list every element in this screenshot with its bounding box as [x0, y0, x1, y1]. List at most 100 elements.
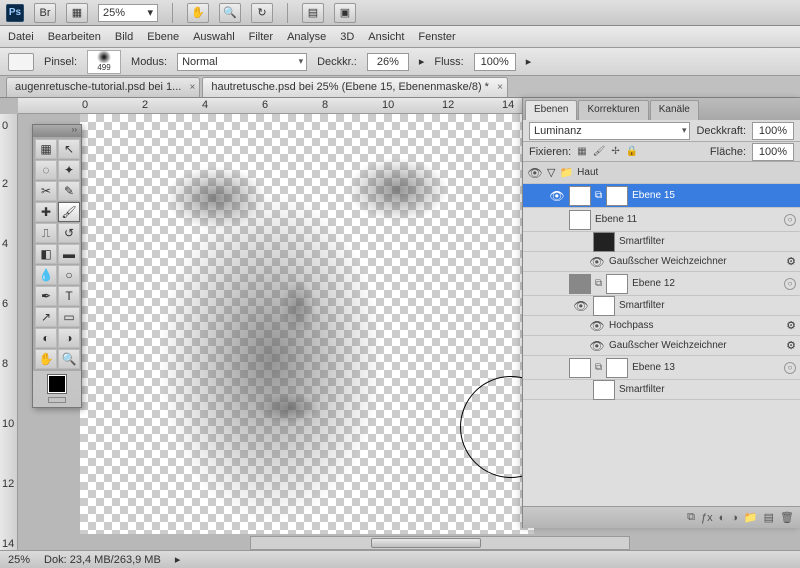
- lock-pixels-icon[interactable]: 🖌: [593, 146, 606, 157]
- menu-analyse[interactable]: Analyse: [287, 31, 326, 43]
- layer-opacity-input[interactable]: 100%: [752, 122, 794, 140]
- visibility-icon[interactable]: 👁: [589, 319, 605, 333]
- menu-bearbeiten[interactable]: Bearbeiten: [48, 31, 101, 43]
- crop-tool[interactable]: ✂: [35, 181, 57, 201]
- scrollbar-thumb[interactable]: [371, 538, 481, 548]
- document-tab[interactable]: augenretusche-tutorial.psd bei 1...×: [6, 77, 200, 97]
- menu-ebene[interactable]: Ebene: [147, 31, 179, 43]
- filter-settings-icon[interactable]: ⚙: [786, 319, 796, 332]
- history-brush-tool[interactable]: ↺: [58, 223, 80, 243]
- color-swatches[interactable]: [33, 371, 81, 407]
- effect-row[interactable]: 👁 Hochpass ⚙: [523, 316, 800, 336]
- 3d-camera-tool[interactable]: ◑: [58, 328, 80, 348]
- document-tab[interactable]: hautretusche.psd bei 25% (Ebene 15, Eben…: [202, 77, 508, 97]
- folder-toggle-icon[interactable]: ▽: [547, 166, 555, 179]
- fx-badge[interactable]: ○: [784, 214, 796, 226]
- tab-kanaele[interactable]: Kanäle: [650, 100, 699, 120]
- fill-input[interactable]: 100%: [752, 143, 794, 161]
- brush-preview[interactable]: 499: [87, 50, 121, 74]
- move-tool[interactable]: ▦: [35, 139, 57, 159]
- lasso-tool[interactable]: ◌: [35, 160, 57, 180]
- effect-row[interactable]: 👁 Gaußscher Weichzeichner ⚙: [523, 252, 800, 272]
- zoom-tool-button[interactable]: 🔍: [219, 3, 241, 23]
- menu-ansicht[interactable]: Ansicht: [368, 31, 404, 43]
- minibridge-button[interactable]: ▦: [66, 3, 88, 23]
- mask-thumbnail[interactable]: [606, 274, 628, 294]
- status-doc-size[interactable]: Dok: 23,4 MB/263,9 MB: [44, 554, 161, 566]
- shape-tool[interactable]: ▭: [58, 307, 80, 327]
- mask-thumbnail[interactable]: [606, 358, 628, 378]
- zoom-select[interactable]: 25%▾: [98, 4, 158, 22]
- hand-tool[interactable]: ✋: [35, 349, 57, 369]
- mask-thumbnail[interactable]: [606, 186, 628, 206]
- horizontal-scrollbar[interactable]: [250, 536, 630, 550]
- menu-filter[interactable]: Filter: [249, 31, 273, 43]
- foreground-color[interactable]: [48, 375, 66, 393]
- layer-row[interactable]: ⧉ Ebene 12 ○: [523, 272, 800, 296]
- layer-row[interactable]: ⧉ Ebene 13 ○: [523, 356, 800, 380]
- effect-row[interactable]: 👁 Gaußscher Weichzeichner ⚙: [523, 336, 800, 356]
- zoom-tool[interactable]: 🔍: [58, 349, 80, 369]
- bridge-button[interactable]: Br: [34, 3, 56, 23]
- filter-thumbnail[interactable]: [593, 380, 615, 400]
- wand-tool[interactable]: ✦: [58, 160, 80, 180]
- tab-ebenen[interactable]: Ebenen: [525, 100, 577, 120]
- layer-group[interactable]: 👁 ▽ 📁 Haut: [523, 162, 800, 184]
- visibility-icon[interactable]: 👁: [527, 166, 543, 180]
- fx-badge[interactable]: ○: [784, 362, 796, 374]
- smartfilter-row[interactable]: Smartfilter: [523, 380, 800, 400]
- lock-transparency-icon[interactable]: ▦: [577, 146, 586, 157]
- smartfilter-row[interactable]: Smartfilter: [523, 232, 800, 252]
- filter-thumbnail[interactable]: [593, 232, 615, 252]
- lock-all-icon[interactable]: 🔒: [626, 146, 638, 157]
- adjustment-icon[interactable]: ◑: [731, 512, 738, 524]
- group-icon[interactable]: 📁: [744, 511, 758, 524]
- path-tool[interactable]: ↗: [35, 307, 57, 327]
- close-icon[interactable]: ×: [189, 82, 195, 93]
- toolbox-header[interactable]: ››: [33, 125, 81, 137]
- blend-mode-select[interactable]: Luminanz: [529, 122, 690, 140]
- menu-datei[interactable]: Datei: [8, 31, 34, 43]
- visibility-icon[interactable]: 👁: [549, 189, 565, 203]
- eyedropper-tool[interactable]: ✎: [58, 181, 80, 201]
- filter-settings-icon[interactable]: ⚙: [786, 339, 796, 352]
- status-zoom[interactable]: 25%: [8, 554, 30, 566]
- blur-tool[interactable]: 💧: [35, 265, 57, 285]
- layer-thumbnail[interactable]: [569, 210, 591, 230]
- menu-fenster[interactable]: Fenster: [418, 31, 455, 43]
- filter-thumbnail[interactable]: [593, 296, 615, 316]
- smartfilter-row[interactable]: 👁 Smartfilter: [523, 296, 800, 316]
- menu-auswahl[interactable]: Auswahl: [193, 31, 235, 43]
- 3d-tool[interactable]: ◐: [35, 328, 57, 348]
- fx-badge[interactable]: ○: [784, 278, 796, 290]
- new-layer-icon[interactable]: ▤: [764, 511, 774, 524]
- layers-list[interactable]: 👁 ▽ 📁 Haut 👁 ⧉ Ebene 15 Ebene 11 ○: [523, 162, 800, 506]
- lock-position-icon[interactable]: ✢: [611, 146, 619, 157]
- chevron-right-icon[interactable]: ▸: [175, 553, 181, 566]
- link-layers-icon[interactable]: ⧉: [687, 511, 695, 524]
- chevron-right-icon[interactable]: ▸: [526, 55, 532, 68]
- layer-row[interactable]: Ebene 11 ○: [523, 208, 800, 232]
- visibility-icon[interactable]: 👁: [589, 339, 605, 353]
- fx-icon[interactable]: ƒx: [701, 512, 713, 524]
- eraser-tool[interactable]: ◧: [35, 244, 57, 264]
- blend-mode-select[interactable]: Normal: [177, 53, 307, 71]
- marquee-tool[interactable]: ↖: [58, 139, 80, 159]
- chevron-right-icon[interactable]: ▸: [419, 55, 425, 68]
- stamp-tool[interactable]: ⎍: [35, 223, 57, 243]
- filter-settings-icon[interactable]: ⚙: [786, 255, 796, 268]
- close-icon[interactable]: ×: [497, 82, 503, 93]
- type-tool[interactable]: T: [58, 286, 80, 306]
- menu-bild[interactable]: Bild: [115, 31, 133, 43]
- delete-icon[interactable]: 🗑: [780, 511, 794, 524]
- mask-icon[interactable]: ◐: [719, 512, 726, 524]
- tab-korrekturen[interactable]: Korrekturen: [578, 100, 648, 120]
- arrange-button[interactable]: ▤: [302, 3, 324, 23]
- quickmask-toggle[interactable]: [48, 397, 66, 403]
- opacity-input[interactable]: 26%: [367, 53, 409, 71]
- tool-preset-icon[interactable]: [8, 53, 34, 71]
- screen-mode-button[interactable]: ▣: [334, 3, 356, 23]
- rotate-view-button[interactable]: ↻: [251, 3, 273, 23]
- flow-input[interactable]: 100%: [474, 53, 516, 71]
- pen-tool[interactable]: ✒: [35, 286, 57, 306]
